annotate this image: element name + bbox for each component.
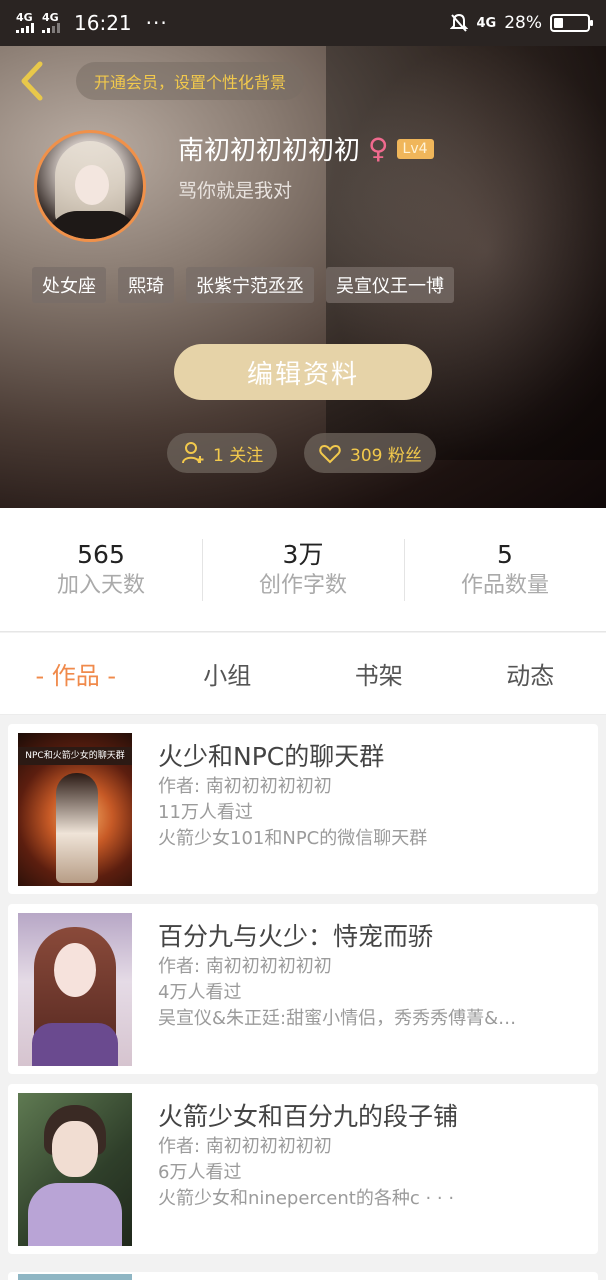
list-item[interactable]: NPC和火箭少女的聊天群 火少和NPC的聊天群 作者: 南初初初初初初 11万人… xyxy=(8,724,598,894)
battery-icon xyxy=(550,14,593,32)
stat-works: 5 作品数量 xyxy=(404,538,606,601)
cover-caption: NPC和火箭少女的聊天群 xyxy=(18,747,132,765)
cellular-label: 4G xyxy=(476,15,497,31)
username: 南初初初初初初 xyxy=(178,136,361,166)
tag-item[interactable]: 熙琦 xyxy=(118,267,174,303)
tag-item[interactable]: 处女座 xyxy=(32,267,106,303)
tab-groups[interactable]: 小组 xyxy=(152,656,304,691)
work-description: 吴宣仪&朱正廷:甜蜜小情侣，秀秀秀傅菁&… xyxy=(158,1008,517,1029)
following-button[interactable]: 1 关注 xyxy=(167,433,278,473)
works-list: NPC和火箭少女的聊天群 火少和NPC的聊天群 作者: 南初初初初初初 11万人… xyxy=(8,724,598,1264)
stat-label: 作品数量 xyxy=(460,572,549,598)
stats-bar: 565 加入天数 3万 创作字数 5 作品数量 xyxy=(0,508,606,632)
battery-percent: 28% xyxy=(504,13,542,33)
stat-label: 加入天数 xyxy=(56,572,145,598)
tab-bookshelf[interactable]: 书架 xyxy=(303,656,455,691)
work-cover: NPC和火箭少女的聊天群 xyxy=(18,733,132,886)
tab-activity[interactable]: 动态 xyxy=(455,656,606,691)
work-author: 作者: 南初初初初初初 xyxy=(158,956,332,977)
network-label-1: 4G xyxy=(16,11,33,24)
work-cover xyxy=(18,913,132,1066)
avatar[interactable] xyxy=(34,130,146,242)
signature: 骂你就是我对 xyxy=(178,180,293,202)
chevron-left-icon xyxy=(21,61,43,101)
work-title: 火箭少女和百分九的段子铺 xyxy=(158,1102,459,1131)
work-views: 11万人看过 xyxy=(158,802,253,823)
work-author: 作者: 南初初初初初初 xyxy=(158,776,332,797)
female-icon: ♀ xyxy=(368,131,389,165)
list-item[interactable]: 百分九与火少：恃宠而骄 作者: 南初初初初初初 4万人看过 吴宣仪&朱正廷:甜蜜… xyxy=(8,904,598,1074)
clock: 16:21 xyxy=(74,11,132,35)
stat-words: 3万 创作字数 xyxy=(202,538,404,601)
work-views: 6万人看过 xyxy=(158,1162,242,1183)
work-author: 作者: 南初初初初初初 xyxy=(158,1136,332,1157)
fans-count: 309 粉丝 xyxy=(350,445,422,466)
work-description: 火箭少女101和NPC的微信聊天群 xyxy=(158,828,428,849)
work-cover xyxy=(18,1093,132,1246)
vip-background-banner[interactable]: 开通会员，设置个性化背景 xyxy=(76,62,305,100)
back-button[interactable] xyxy=(14,58,50,104)
work-title: 火少和NPC的聊天群 xyxy=(158,742,385,771)
profile-tabs: - 作品 - 小组 书架 动态 xyxy=(0,633,606,715)
work-views: 4万人看过 xyxy=(158,982,242,1003)
tag-list: 处女座 熙琦 张紫宁范丞丞 吴宣仪王一博 xyxy=(32,267,454,303)
status-bar: 4G 4G 16:21 ··· 4G 28% xyxy=(0,0,606,46)
stat-value: 3万 xyxy=(282,539,324,569)
stat-days: 565 加入天数 xyxy=(0,539,202,601)
edit-profile-button[interactable]: 编辑资料 xyxy=(174,344,432,400)
tag-item[interactable]: 张紫宁范丞丞 xyxy=(186,267,314,303)
stat-value: 5 xyxy=(497,539,513,569)
mute-bell-icon xyxy=(450,13,469,32)
list-item-partial[interactable] xyxy=(8,1272,598,1280)
level-badge: Lv4 xyxy=(396,138,434,159)
more-notifications: ··· xyxy=(145,11,168,35)
profile-header: 4G 4G 16:21 ··· 4G 28% 开通会员，设置个性化背景 南初初初… xyxy=(0,0,606,508)
stat-value: 565 xyxy=(77,539,125,569)
network-label-2: 4G xyxy=(42,11,59,24)
add-user-icon xyxy=(182,442,204,464)
work-title: 百分九与火少：恃宠而骄 xyxy=(158,922,434,951)
fans-button[interactable]: 309 粉丝 xyxy=(304,433,436,473)
signal-2: 4G xyxy=(42,11,60,33)
signal-1: 4G xyxy=(16,11,34,33)
stat-label: 创作字数 xyxy=(258,572,347,598)
list-item[interactable]: 火箭少女和百分九的段子铺 作者: 南初初初初初初 6万人看过 火箭少女和nine… xyxy=(8,1084,598,1254)
tag-item[interactable]: 吴宣仪王一博 xyxy=(326,267,454,303)
following-count: 1 关注 xyxy=(213,445,264,466)
tab-works[interactable]: - 作品 - xyxy=(0,656,152,691)
heart-icon xyxy=(319,444,341,464)
work-description: 火箭少女和ninepercent的各种c · · · xyxy=(158,1188,455,1209)
username-row: 南初初初初初初 ♀ Lv4 xyxy=(178,130,434,167)
